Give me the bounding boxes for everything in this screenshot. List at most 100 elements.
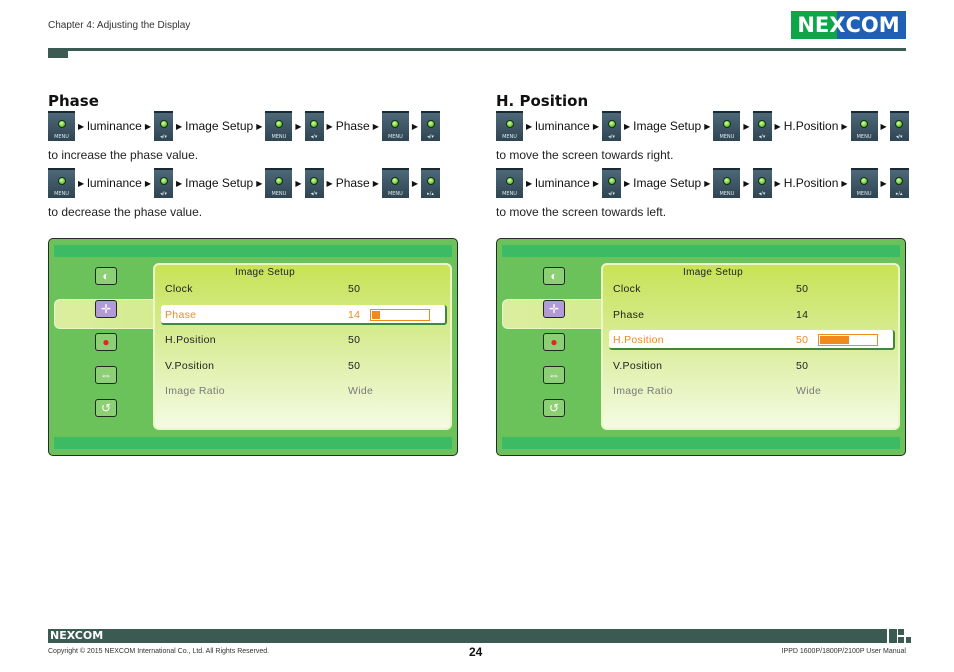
button-caption: MENU <box>54 134 69 140</box>
osd-row[interactable]: Phase 14 <box>161 304 447 325</box>
led-indicator <box>274 120 283 128</box>
section-title: Phase <box>48 92 99 110</box>
step-arrow-icon: ▶ <box>774 121 781 131</box>
reset-icon[interactable]: ↺ <box>543 399 565 417</box>
osd-row[interactable]: H.Position 50 <box>609 330 895 350</box>
osd-row[interactable]: H.Position 50 <box>165 330 441 350</box>
menu-button-icon: MENU <box>496 111 523 141</box>
menu-button-icon: MENU <box>381 168 409 198</box>
luminance-icon[interactable]: ◐ <box>543 267 565 285</box>
luminance-icon[interactable]: ◐ <box>95 267 117 285</box>
step-arrow-icon: ▶ <box>880 178 887 188</box>
nav-button-icon: ◂/▾ <box>602 111 622 141</box>
osd-icon-column: ◐ ✛ ● ⇔ ↺ <box>95 267 119 432</box>
nav-button-icon: ◂/▾ <box>602 168 622 198</box>
step-arrow-icon: ▶ <box>256 121 263 131</box>
button-caption: MENU <box>502 134 517 140</box>
led-indicator <box>758 177 767 185</box>
step-arrow-icon: ▶ <box>176 178 183 188</box>
step-label: Image Setup <box>185 119 254 133</box>
button-caption: ◂/▾ <box>895 134 903 140</box>
osd-row-label: Phase <box>613 308 645 321</box>
step-arrow-icon: ▶ <box>624 178 631 188</box>
button-caption: MENU <box>856 134 872 140</box>
step-arrow-icon: ▶ <box>144 121 152 131</box>
osd-row[interactable]: V.Position 50 <box>613 356 889 376</box>
button-caption: ◂/▾ <box>758 191 766 197</box>
osd-row[interactable]: Image Ratio Wide <box>613 381 889 401</box>
osd-row-value: 50 <box>348 334 361 346</box>
nav-button-icon: ◂/▾ <box>752 111 772 141</box>
osd-setup-icon[interactable]: ⇔ <box>95 366 117 384</box>
osd-panel: Image Setup Clock 50 Phase 14 H.Position 50 V.P… <box>601 263 900 430</box>
osd-meter-fill <box>820 336 849 344</box>
menu-button-icon: MENU <box>48 168 75 198</box>
step-arrow-icon: ▶ <box>592 121 600 131</box>
step-label: luminance <box>535 176 590 190</box>
button-caption: ◂/▾ <box>310 191 318 197</box>
step-arrow-icon: ▶ <box>326 121 333 131</box>
osd-panel: Image Setup Clock 50 Phase 14 H.Position 50 V.P… <box>153 263 452 430</box>
led-indicator <box>159 120 168 128</box>
button-caption: ◂/▾ <box>608 134 615 140</box>
button-caption: ▸/▴ <box>427 191 434 197</box>
image-setup-icon[interactable]: ✛ <box>543 300 565 318</box>
osd-row-label: Clock <box>165 283 193 295</box>
osd-row-label: Image Ratio <box>613 385 673 397</box>
osd-row[interactable]: Clock 50 <box>165 279 441 299</box>
logo-com: COM <box>845 13 900 37</box>
procedure-note: to decrease the phase value. <box>48 205 203 219</box>
step-arrow-icon: ▶ <box>704 178 711 188</box>
led-indicator <box>159 177 168 185</box>
osd-screen-phase: ◐ ✛ ● ⇔ ↺ Image Setup Clock 50 Phase 14 H.Position… <box>48 238 458 456</box>
nav-button-icon: ◂/▾ <box>154 111 174 141</box>
step-label: Phase <box>335 176 370 190</box>
button-caption: ◂/▾ <box>758 134 766 140</box>
reset-icon[interactable]: ↺ <box>95 399 117 417</box>
osd-row-value: Wide <box>796 385 822 397</box>
menu-button-icon: MENU <box>713 168 741 198</box>
nav-button-icon: ◂/▾ <box>304 111 324 141</box>
color-temp-icon[interactable]: ● <box>95 333 117 351</box>
step-label: luminance <box>87 176 142 190</box>
osd-value-meter[interactable] <box>818 334 878 346</box>
menu-button-icon: MENU <box>265 111 293 141</box>
osd-top-bar <box>54 245 452 257</box>
osd-bottom-bar <box>54 437 452 449</box>
procedure-note: to move the screen towards left. <box>496 205 667 219</box>
osd-value-meter[interactable] <box>370 308 430 321</box>
step-label: H.Position <box>783 119 839 133</box>
led-indicator <box>860 120 869 128</box>
osd-row[interactable]: V.Position 50 <box>165 356 441 376</box>
step-arrow-icon: ▶ <box>78 121 85 131</box>
menu-button-icon: MENU <box>850 111 878 141</box>
osd-setup-icon[interactable]: ⇔ <box>543 366 565 384</box>
osd-icon-column: ◐ ✛ ● ⇔ ↺ <box>543 267 567 432</box>
nav-button-icon: ◂/▾ <box>421 111 441 141</box>
nav-button-icon: ◂/▾ <box>154 168 174 198</box>
image-setup-icon[interactable]: ✛ <box>95 300 117 318</box>
osd-row[interactable]: Image Ratio Wide <box>165 381 441 401</box>
button-caption: ◂/▾ <box>160 191 167 197</box>
osd-row-label: V.Position <box>165 359 215 372</box>
button-caption: MENU <box>54 191 69 197</box>
manual-title: IPPD 1600P/1800P/2100P User Manual <box>781 648 906 655</box>
nexcom-logo: NE X COM <box>791 11 906 39</box>
step-label: luminance <box>87 119 142 133</box>
nav-button-icon: ▸/▴ <box>889 168 909 198</box>
led-indicator <box>895 120 904 128</box>
step-label: H.Position <box>783 176 839 190</box>
chapter-title: Chapter 4: Adjusting the Display <box>48 20 191 31</box>
led-indicator <box>391 177 400 185</box>
osd-row[interactable]: Phase 14 <box>613 305 889 325</box>
menu-button-icon: MENU <box>850 168 878 198</box>
step-arrow-icon: ▶ <box>295 178 302 188</box>
osd-row-value: Wide <box>348 385 374 397</box>
color-temp-icon[interactable]: ● <box>543 333 565 351</box>
osd-row[interactable]: Clock 50 <box>613 279 889 299</box>
osd-panel-title: Image Setup <box>234 267 295 278</box>
button-caption: MENU <box>719 134 735 140</box>
step-arrow-icon: ▶ <box>774 178 781 188</box>
led-indicator <box>895 177 904 185</box>
button-caption: MENU <box>719 191 735 197</box>
